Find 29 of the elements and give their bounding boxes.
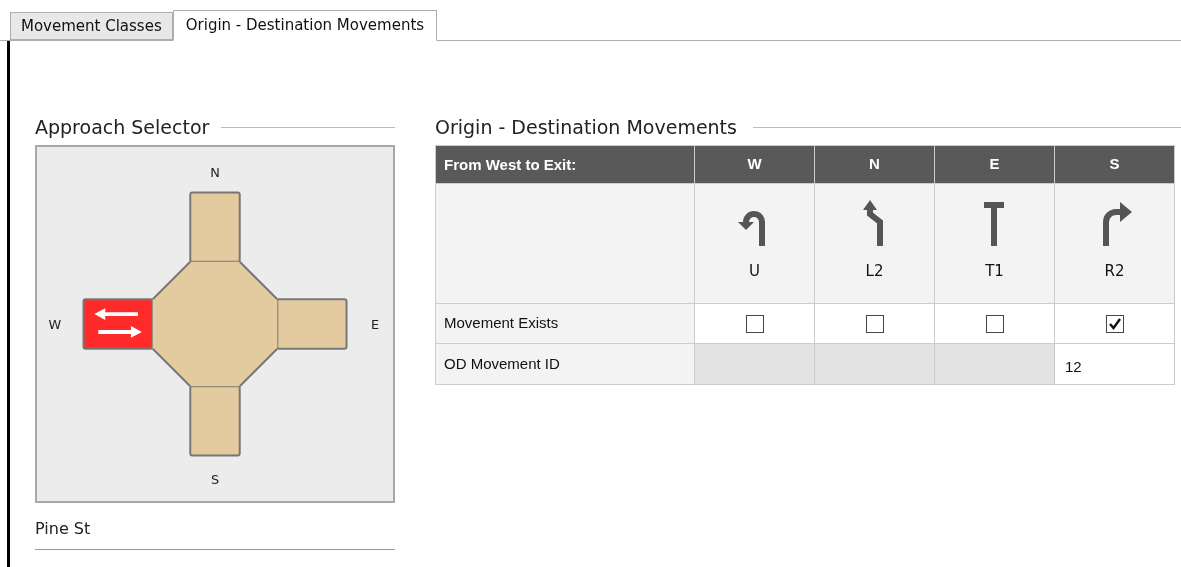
- table-header-cell: S: [1054, 145, 1175, 184]
- checkbox[interactable]: [865, 314, 884, 333]
- row-label: Movement Exists: [435, 303, 695, 344]
- direction-label: S: [210, 472, 220, 488]
- direction-label: E: [371, 316, 380, 332]
- street-name: Pine St: [35, 518, 92, 540]
- approach-arm[interactable]: [189, 385, 241, 457]
- approach-arm[interactable]: [276, 298, 348, 350]
- table-header-cell: W: [694, 145, 815, 184]
- checkbox[interactable]: [985, 314, 1004, 333]
- approach-arm[interactable]: [189, 191, 241, 263]
- table-header-cell: E: [934, 145, 1055, 184]
- table-header-cell: N: [814, 145, 935, 184]
- row-label: OD Movement ID: [435, 343, 695, 385]
- movement-label: T1: [985, 261, 1004, 282]
- approach-arm[interactable]: [82, 298, 154, 350]
- section-title: Approach Selector: [35, 114, 210, 140]
- checkbox[interactable]: [1105, 314, 1124, 333]
- movement-label: R2: [1104, 261, 1125, 282]
- table-header-cell: From West to Exit:: [435, 145, 695, 184]
- movement-label: L2: [865, 261, 884, 282]
- direction-label: N: [210, 164, 220, 180]
- tab[interactable]: Movement Classes: [10, 12, 173, 40]
- id-field[interactable]: 12: [1054, 343, 1175, 385]
- movement-label: U: [749, 261, 760, 282]
- section-title: Origin - Destination Movements: [435, 114, 737, 140]
- direction-label: W: [48, 316, 62, 332]
- tab[interactable]: Origin - Destination Movements: [172, 10, 438, 41]
- checkbox[interactable]: [745, 314, 764, 333]
